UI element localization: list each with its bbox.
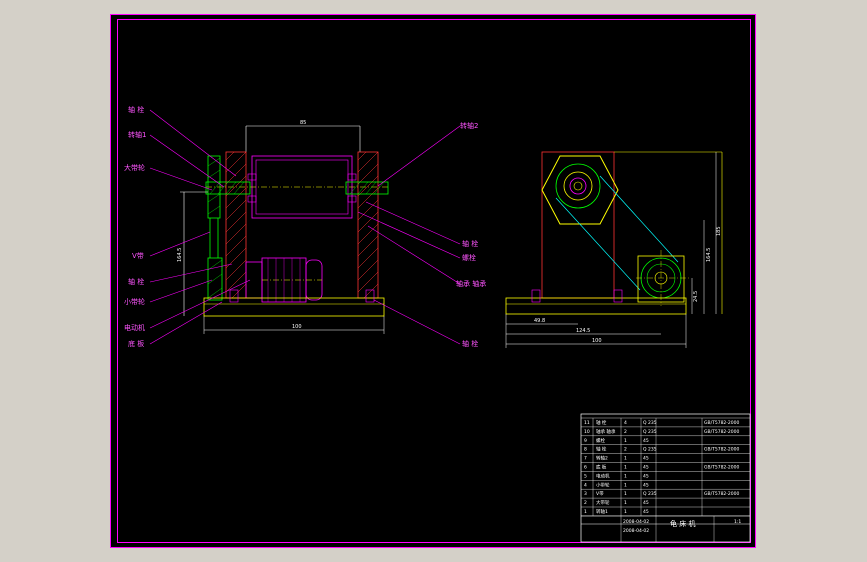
tb-cell-name: 转轴2 [596,455,608,462]
tb-cell-name: 大带轮 [596,499,610,506]
tb-cell-material: 45 [643,456,649,462]
tb-cell-no: 5 [584,473,587,479]
tb-cell-no: 9 [584,438,587,444]
tb-cell-qty: 1 [624,438,627,444]
label-left-7: 电动机 [124,323,145,332]
tb-cell-no: 7 [584,456,587,462]
label-right-1: 转轴2 [460,121,478,130]
tb-cell-no: 3 [584,491,587,497]
tb-cell-name: 底 板 [596,464,607,471]
tb-cell-qty: 1 [624,509,627,515]
tb-cell-name: 小带轮 [596,481,610,488]
dim-side-small: 24.5 [693,291,699,302]
tb-cell-material: 45 [643,482,649,488]
tb-cell-material: Q 235 [643,491,657,497]
tb-cell-material: 45 [643,438,649,444]
label-left-8: 底 板 [128,339,144,348]
tb-cell-material: 45 [643,465,649,471]
dim-side-w2: 124.5 [576,328,590,334]
label-left-6: 小带轮 [124,297,145,306]
tb-cell-note: GB/T5782-2000 [704,429,740,435]
tb-cell-qty: 1 [624,465,627,471]
label-left-2: 转轴1 [128,130,146,139]
tb-cell-material: Q 235 [643,420,657,426]
tb-cell-qty: 1 [624,473,627,479]
tb-cell-no: 8 [584,447,587,453]
tb-cell-name: 螺栓 [596,437,605,444]
label-right-4: 轴承 轴承 [456,279,486,288]
tb-cell-name: 轴 栓 [596,419,607,426]
tb-cell-material: 45 [643,473,649,479]
tb-cell-name: 转轴1 [596,508,608,515]
dim-side-height2: 164.5 [706,248,712,262]
tb-cell-no: 4 [584,482,587,488]
tb-cell-material: 45 [643,509,649,515]
tb-cell-no: 10 [584,429,590,435]
dim-front-base: 100 [292,324,302,330]
tb-cell-note: GB/T5782-2000 [704,491,740,497]
label-left-1: 轴 栓 [128,105,144,114]
tb-cell-name: 轴 栓 [596,446,607,453]
label-right-5: 轴 栓 [462,339,478,348]
tb-cell-no: 11 [584,420,590,426]
tb-cell-qty: 2 [624,429,627,435]
dim-side-base: 100 [592,338,602,344]
cad-drawing-viewport: 85 164.5 100 轴 栓 转轴1 大带轮 V带 轴 栓 小带轮 电动机 … [0,0,867,562]
tb-cell-no: 1 [584,509,587,515]
label-left-4: V带 [132,252,144,260]
label-left-3: 大带轮 [124,163,145,172]
tb-cell-name: 电动机 [596,472,610,479]
tb-cell-qty: 4 [624,420,627,426]
dim-side-height: 185 [716,226,722,236]
tb-date2: 2008-04-02 [623,528,649,534]
tb-title: 龟 床 机 [670,519,695,528]
tb-cell-qty: 1 [624,491,627,497]
tb-cell-no: 2 [584,500,587,506]
tb-cell-note: GB/T5782-2000 [704,447,740,453]
drawing-sheet [110,14,756,548]
tb-cell-name: 轴承 轴承 [596,428,616,435]
label-right-3: 螺栓 [462,253,476,262]
tb-cell-name: V带 [596,491,604,497]
tb-scale: 1:1 [734,519,741,525]
tb-cell-qty: 1 [624,482,627,488]
tb-cell-material: Q 235 [643,447,657,453]
tb-cell-no: 6 [584,465,587,471]
cad-drawing: 85 164.5 100 轴 栓 转轴1 大带轮 V带 轴 栓 小带轮 电动机 … [110,14,756,548]
dim-top-width: 85 [300,120,306,126]
label-left-5: 轴 栓 [128,277,144,286]
tb-cell-material: Q 235 [643,429,657,435]
tb-cell-note: GB/T5782-2000 [704,420,740,426]
tb-cell-qty: 1 [624,500,627,506]
label-right-2: 轴 栓 [462,239,478,248]
dim-left-height: 164.5 [177,248,183,262]
tb-date1: 2008-04-02 [623,519,649,525]
tb-cell-qty: 2 [624,447,627,453]
tb-cell-qty: 1 [624,456,627,462]
tb-cell-material: 45 [643,500,649,506]
tb-cell-note: GB/T5782-2000 [704,465,740,471]
dim-side-w1: 49.8 [534,318,545,324]
